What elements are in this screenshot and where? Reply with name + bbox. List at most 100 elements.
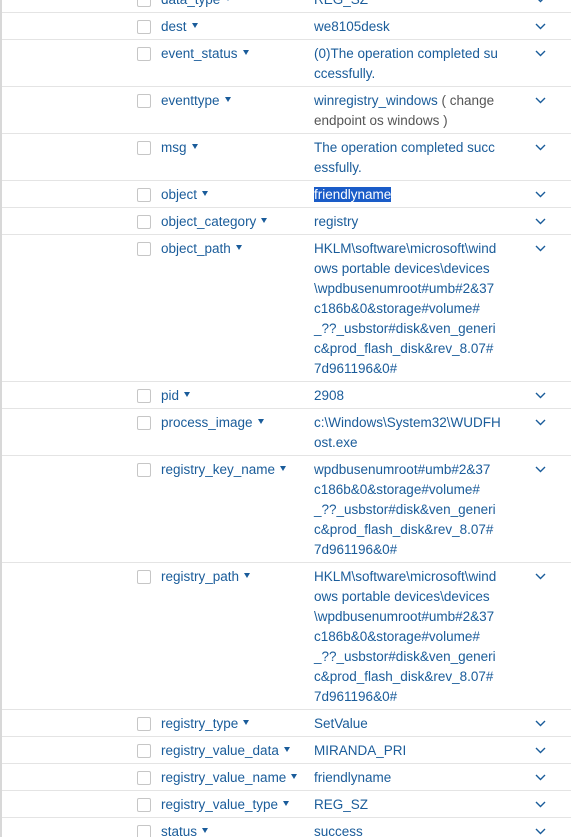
field-value[interactable]: The operation completed succ essfully. xyxy=(314,138,506,178)
field-name-menu[interactable]: object_category xyxy=(161,212,268,232)
field-value[interactable]: REG_SZ xyxy=(314,0,506,10)
field-row: data_type REG_SZ xyxy=(2,0,571,13)
chevron-down-icon[interactable] xyxy=(535,460,547,480)
field-value[interactable]: we8105desk xyxy=(314,17,506,37)
field-checkbox[interactable] xyxy=(137,141,151,155)
field-checkbox[interactable] xyxy=(137,0,151,7)
field-name-menu[interactable]: registry_value_data xyxy=(161,741,290,761)
field-value-line: HKLM\software\microsoft\wind xyxy=(314,241,497,256)
chevron-down-icon[interactable] xyxy=(535,0,547,10)
field-name-menu[interactable]: dest xyxy=(161,17,198,37)
field-checkbox[interactable] xyxy=(137,717,151,731)
field-name-menu[interactable]: registry_value_name xyxy=(161,768,298,788)
field-checkbox[interactable] xyxy=(137,744,151,758)
caret-down-icon[interactable] xyxy=(191,22,198,28)
field-name-menu[interactable]: pid xyxy=(161,386,191,406)
field-checkbox[interactable] xyxy=(137,771,151,785)
field-name-menu[interactable]: msg xyxy=(161,138,198,158)
caret-down-icon[interactable] xyxy=(235,244,242,250)
chevron-down-icon[interactable] xyxy=(535,768,547,788)
field-value[interactable]: success xyxy=(314,822,506,837)
field-checkbox[interactable] xyxy=(137,798,151,812)
caret-down-icon[interactable] xyxy=(244,572,251,578)
chevron-down-icon[interactable] xyxy=(535,741,547,761)
field-name: registry_value_name xyxy=(161,770,287,785)
field-checkbox[interactable] xyxy=(137,416,151,430)
caret-down-icon[interactable] xyxy=(257,418,264,424)
field-name-menu[interactable]: registry_key_name xyxy=(161,460,287,480)
field-name: registry_path xyxy=(161,569,240,584)
chevron-down-icon[interactable] xyxy=(535,212,547,232)
field-checkbox[interactable] xyxy=(137,215,151,229)
field-name: object_path xyxy=(161,241,231,256)
caret-down-icon[interactable] xyxy=(225,0,232,1)
field-value[interactable]: friendlyname xyxy=(314,185,506,205)
field-value[interactable]: REG_SZ xyxy=(314,795,506,815)
field-name-menu[interactable]: event_status xyxy=(161,44,249,64)
field-value[interactable]: (0)The operation completed su ccessfully. xyxy=(314,44,506,84)
field-checkbox[interactable] xyxy=(137,389,151,403)
field-value-text: we8105desk xyxy=(314,19,390,34)
chevron-down-icon[interactable] xyxy=(535,91,547,111)
field-value[interactable]: MIRANDA_PRI xyxy=(314,741,506,761)
caret-down-icon[interactable] xyxy=(283,800,290,806)
eventtype-value[interactable]: winregistry_windows xyxy=(314,93,438,108)
field-value[interactable]: friendlyname xyxy=(314,768,506,788)
field-value[interactable]: c:\Windows\System32\WUDFH ost.exe xyxy=(314,413,506,453)
field-name-menu[interactable]: registry_path xyxy=(161,567,251,587)
field-value[interactable]: registry xyxy=(314,212,506,232)
chevron-down-icon[interactable] xyxy=(535,239,547,259)
field-checkbox[interactable] xyxy=(137,188,151,202)
field-name-menu[interactable]: process_image xyxy=(161,413,264,433)
caret-down-icon[interactable] xyxy=(280,465,287,471)
field-value[interactable]: 2908 xyxy=(314,386,506,406)
caret-down-icon[interactable] xyxy=(191,143,198,149)
chevron-down-icon[interactable] xyxy=(535,567,547,587)
caret-down-icon[interactable] xyxy=(202,827,209,833)
field-value-line: c&prod_flash_disk&rev_8.07# xyxy=(314,522,494,537)
chevron-down-icon[interactable] xyxy=(535,44,547,64)
field-name-menu[interactable]: object_path xyxy=(161,239,242,259)
field-checkbox[interactable] xyxy=(137,94,151,108)
field-name-menu[interactable]: data_type xyxy=(161,0,232,10)
field-name-menu[interactable]: eventtype xyxy=(161,91,231,111)
field-value[interactable]: HKLM\software\microsoft\wind ows portable… xyxy=(314,239,506,379)
field-value-line: 7d961196&0# xyxy=(314,689,398,704)
field-checkbox[interactable] xyxy=(137,20,151,34)
field-name-menu[interactable]: status xyxy=(161,822,209,837)
field-value[interactable]: wpdbusenumroot#umb#2&37 c186b&0&storage#v… xyxy=(314,460,506,560)
field-checkbox[interactable] xyxy=(137,242,151,256)
field-value-line: c&prod_flash_disk&rev_8.07# xyxy=(314,341,494,356)
caret-down-icon[interactable] xyxy=(261,217,268,223)
chevron-down-icon[interactable] xyxy=(535,386,547,406)
caret-down-icon[interactable] xyxy=(184,391,191,397)
caret-down-icon[interactable] xyxy=(202,190,209,196)
field-name: object_category xyxy=(161,214,257,229)
caret-down-icon[interactable] xyxy=(291,773,298,779)
field-value[interactable]: HKLM\software\microsoft\wind ows portable… xyxy=(314,567,506,707)
field-value-line: c:\Windows\System32\WUDFH xyxy=(314,415,501,430)
chevron-down-icon[interactable] xyxy=(535,413,547,433)
field-checkbox[interactable] xyxy=(137,570,151,584)
field-value[interactable]: SetValue xyxy=(314,714,506,734)
fields-table: data_typeREG_SZdestwe8105deskevent_statu… xyxy=(2,0,571,837)
field-name-menu[interactable]: registry_type xyxy=(161,714,250,734)
chevron-down-icon[interactable] xyxy=(535,795,547,815)
chevron-down-icon[interactable] xyxy=(535,714,547,734)
field-value[interactable]: winregistry_windows ( change endpoint os… xyxy=(314,91,506,131)
caret-down-icon[interactable] xyxy=(242,49,249,55)
field-checkbox[interactable] xyxy=(137,47,151,61)
chevron-down-icon[interactable] xyxy=(535,138,547,158)
chevron-down-icon[interactable] xyxy=(535,17,547,37)
chevron-down-icon[interactable] xyxy=(535,185,547,205)
caret-down-icon[interactable] xyxy=(243,719,250,725)
caret-down-icon[interactable] xyxy=(224,96,231,102)
field-value-line: _??_usbstor#disk&ven_generi xyxy=(314,649,496,664)
field-name-menu[interactable]: registry_value_type xyxy=(161,795,290,815)
caret-down-icon[interactable] xyxy=(283,746,290,752)
field-name-menu[interactable]: object xyxy=(161,185,209,205)
field-value-text: 2908 xyxy=(314,388,345,403)
field-checkbox[interactable] xyxy=(137,825,151,837)
chevron-down-icon[interactable] xyxy=(535,822,547,837)
field-checkbox[interactable] xyxy=(137,463,151,477)
